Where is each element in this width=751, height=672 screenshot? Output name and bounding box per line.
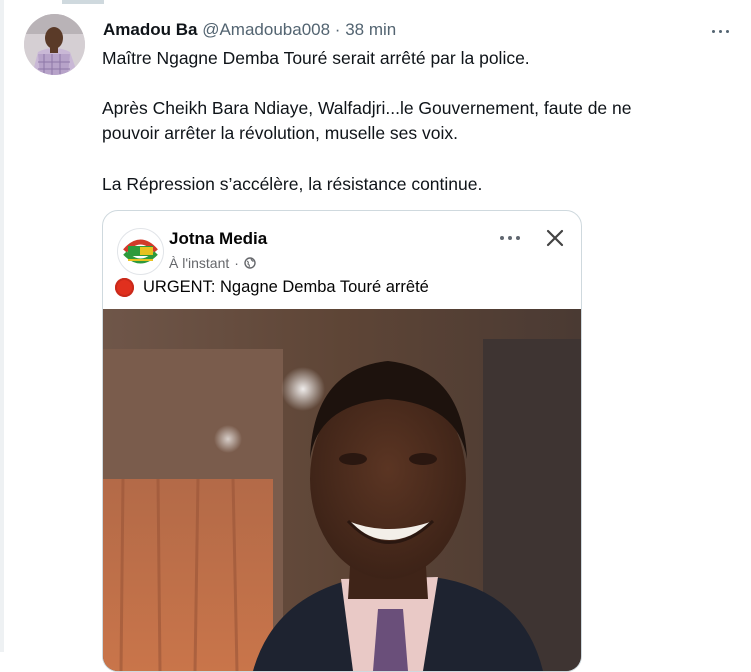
more-horizontal-icon (495, 228, 525, 248)
jotna-media-logo (117, 228, 164, 275)
separator-dot: · (234, 255, 239, 271)
stop-sign-icon (115, 278, 134, 297)
embedded-media-card[interactable]: Jotna Media À l'instant · URGENT: Ngagne… (102, 210, 582, 672)
more-horizontal-icon[interactable] (702, 18, 738, 44)
author-name[interactable]: Amadou Ba (103, 20, 197, 39)
globe-icon (244, 257, 256, 269)
post-timestamp: À l'instant (169, 255, 230, 271)
left-border (0, 0, 4, 652)
tweet-text-line: Maître Ngagne Demba Touré serait arrêté … (102, 48, 530, 68)
headline-text: URGENT: Ngagne Demba Touré arrêté (143, 278, 429, 296)
tweet-header: Amadou Ba @Amadouba008 · 38 min (103, 19, 396, 41)
tweet-text-line: Après Cheikh Bara Ndiaye, Walfadjri...le… (102, 98, 632, 118)
user-avatar-icon (24, 14, 85, 75)
author-handle[interactable]: @Amadouba008 (202, 20, 330, 39)
tweet-text-line: pouvoir arrêter la révolution, muselle s… (102, 123, 458, 143)
author-avatar[interactable] (24, 14, 85, 75)
separator-dot: · (334, 20, 341, 39)
post-meta: À l'instant · (169, 255, 256, 271)
tweet-time[interactable]: 38 min (345, 20, 396, 39)
top-tab-indicator (62, 0, 104, 4)
page-name: Jotna Media (169, 229, 268, 248)
close-icon (546, 229, 564, 247)
tweet-text-line: La Répression s’accélère, la résistance … (102, 174, 483, 194)
portrait-photo (103, 309, 581, 671)
post-headline: URGENT: Ngagne Demba Touré arrêté (115, 278, 429, 297)
